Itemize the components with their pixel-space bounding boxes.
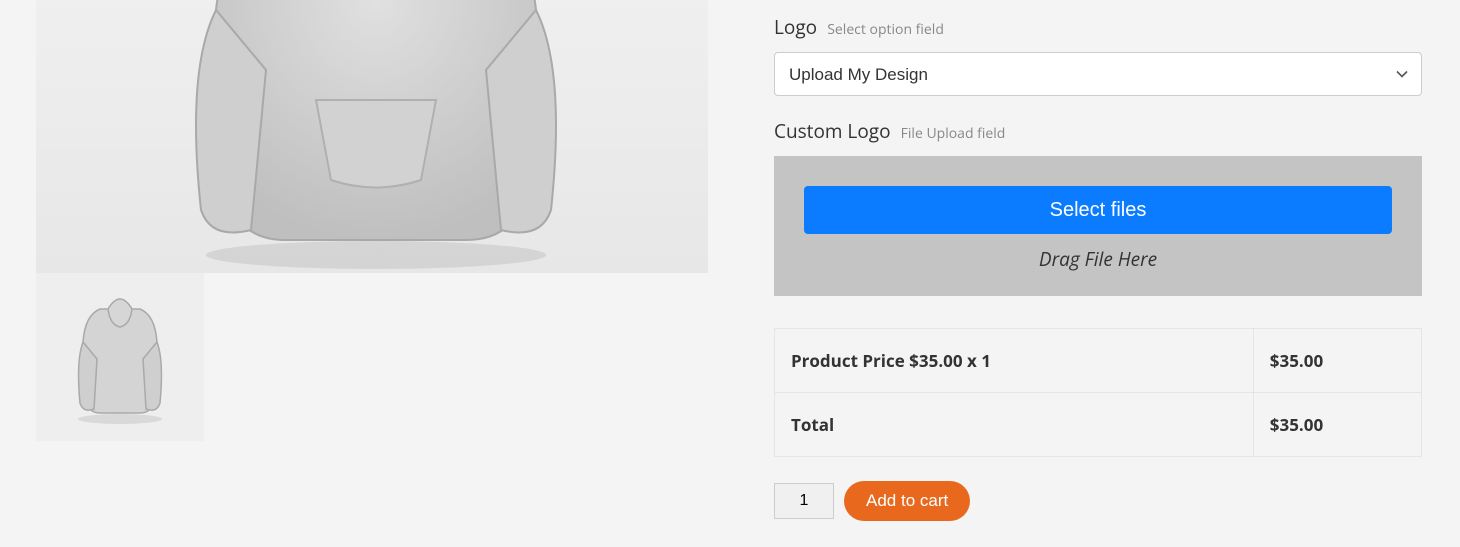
logo-field: Logo Select option field Upload My Desig…	[774, 14, 1422, 96]
total-label: Total	[775, 393, 1254, 457]
product-price-label: Product Price $35.00 x 1	[775, 329, 1254, 393]
hoodie-back-icon	[70, 287, 170, 427]
product-gallery	[18, 0, 718, 547]
file-upload-dropzone[interactable]: Select files Drag File Here	[774, 156, 1422, 296]
custom-logo-label: Custom Logo	[774, 118, 891, 144]
product-main-image[interactable]	[36, 0, 708, 273]
custom-logo-hint: File Upload field	[901, 124, 1006, 143]
drag-file-hint: Drag File Here	[804, 246, 1392, 272]
add-to-cart-button[interactable]: Add to cart	[844, 481, 970, 521]
select-files-button[interactable]: Select files	[804, 186, 1392, 234]
hoodie-icon	[166, 0, 586, 270]
product-thumbnail[interactable]	[36, 273, 204, 441]
logo-label: Logo	[774, 14, 817, 40]
logo-hint: Select option field	[827, 20, 944, 39]
logo-select[interactable]: Upload My Design	[774, 52, 1422, 96]
product-price-value: $35.00	[1253, 329, 1421, 393]
table-row: Total $35.00	[775, 393, 1422, 457]
table-row: Product Price $35.00 x 1 $35.00	[775, 329, 1422, 393]
quantity-input[interactable]	[774, 483, 834, 519]
add-to-cart-row: Add to cart	[774, 481, 1422, 521]
price-table: Product Price $35.00 x 1 $35.00 Total $3…	[774, 328, 1422, 457]
custom-logo-field: Custom Logo File Upload field Select fil…	[774, 118, 1422, 296]
total-value: $35.00	[1253, 393, 1421, 457]
